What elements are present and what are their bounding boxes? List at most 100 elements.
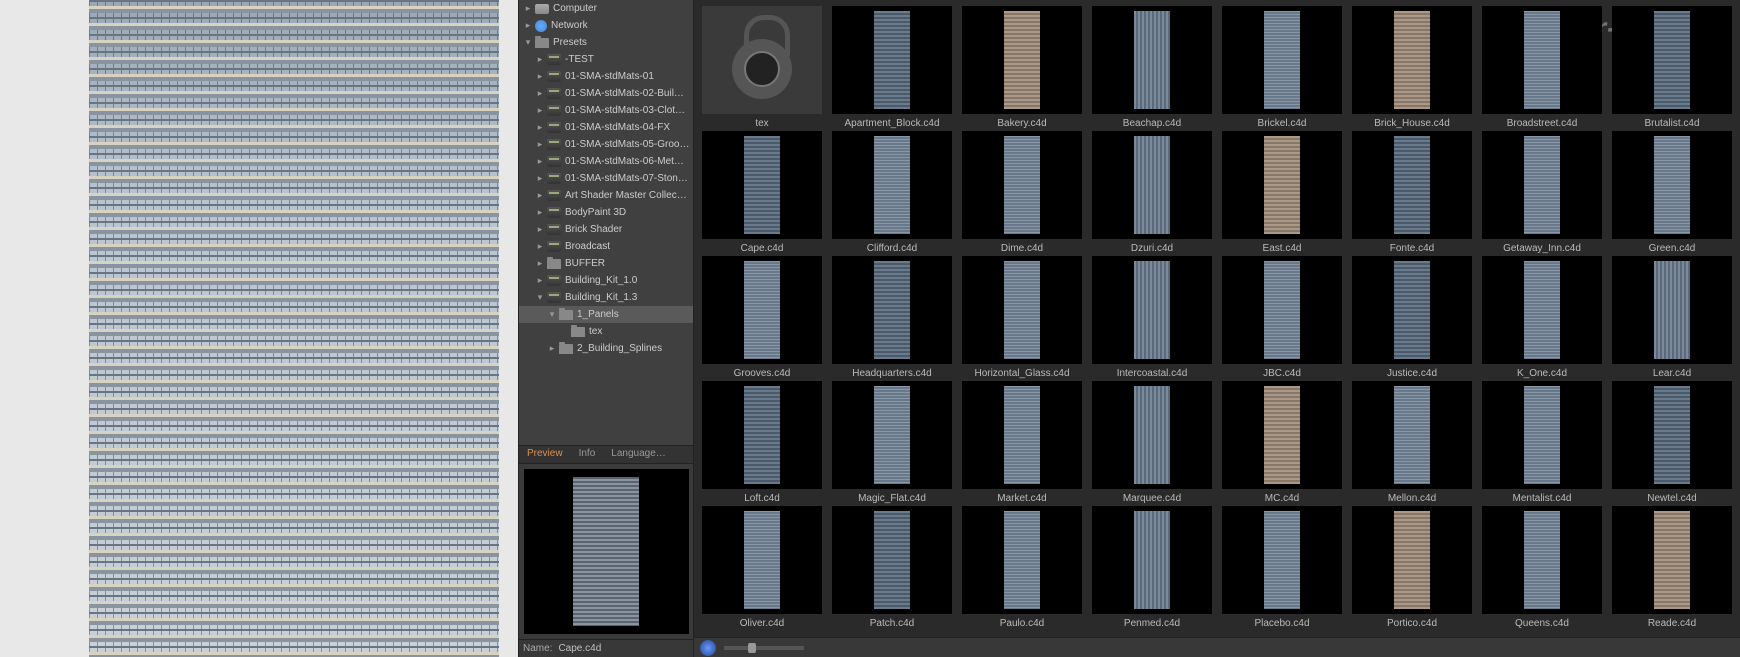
tree-toggle-icon[interactable]: ▾ bbox=[523, 38, 533, 48]
thumb-item[interactable]: JBC.c4d bbox=[1222, 256, 1342, 379]
tree-toggle-icon[interactable]: ▸ bbox=[523, 21, 533, 31]
thumbnail-grid[interactable]: www.rr-sc.com texApartment_Block.c4dBake… bbox=[694, 0, 1740, 637]
tree-toggle-icon[interactable]: ▸ bbox=[535, 208, 545, 218]
db-icon bbox=[547, 54, 561, 65]
thumb-item[interactable]: Intercoastal.c4d bbox=[1092, 256, 1212, 379]
tree-item-01-sma-stdmats-02-buil-[interactable]: ▸01-SMA-stdMats-02-Buil… bbox=[519, 85, 693, 102]
thumb-item[interactable]: Portico.c4d bbox=[1352, 506, 1472, 629]
preview-tab-language[interactable]: Language… bbox=[603, 446, 674, 463]
tree-toggle-icon[interactable]: ▸ bbox=[535, 140, 545, 150]
thumb-item[interactable]: Lear.c4d bbox=[1612, 256, 1732, 379]
thumb-item[interactable]: Mellon.c4d bbox=[1352, 381, 1472, 504]
tree-toggle-icon[interactable]: ▸ bbox=[535, 89, 545, 99]
tree-item-network[interactable]: ▸Network bbox=[519, 17, 693, 34]
preview-tab-preview[interactable]: Preview bbox=[519, 446, 571, 463]
thumb-item[interactable]: Newtel.c4d bbox=[1612, 381, 1732, 504]
thumb-item[interactable]: Horizontal_Glass.c4d bbox=[962, 256, 1082, 379]
tree-item-01-sma-stdmats-01[interactable]: ▸01-SMA-stdMats-01 bbox=[519, 68, 693, 85]
tree-item-01-sma-stdmats-06-met-[interactable]: ▸01-SMA-stdMats-06-Met… bbox=[519, 153, 693, 170]
tree-item-bodypaint-3d[interactable]: ▸BodyPaint 3D bbox=[519, 204, 693, 221]
thumb-item[interactable]: Grooves.c4d bbox=[702, 256, 822, 379]
db-icon bbox=[547, 224, 561, 235]
thumb-item[interactable]: Headquarters.c4d bbox=[832, 256, 952, 379]
tree-toggle-icon[interactable]: ▸ bbox=[535, 242, 545, 252]
thumb-item[interactable]: Broadstreet.c4d bbox=[1482, 6, 1602, 129]
thumb-item[interactable]: Clifford.c4d bbox=[832, 131, 952, 254]
thumb-item[interactable]: Brick_House.c4d bbox=[1352, 6, 1472, 129]
thumb-item[interactable]: Queens.c4d bbox=[1482, 506, 1602, 629]
thumb-item[interactable]: Placebo.c4d bbox=[1222, 506, 1342, 629]
tree-item--test[interactable]: ▸-TEST bbox=[519, 51, 693, 68]
thumb-preview bbox=[1612, 506, 1732, 614]
tree-toggle-icon[interactable] bbox=[559, 327, 569, 337]
tree-item-label: 01-SMA-stdMats-05-Groo… bbox=[565, 139, 689, 150]
tree-item-building-kit-1-3[interactable]: ▾Building_Kit_1.3 bbox=[519, 289, 693, 306]
thumb-item[interactable]: Fonte.c4d bbox=[1352, 131, 1472, 254]
thumb-item[interactable]: Apartment_Block.c4d bbox=[832, 6, 952, 129]
tree-toggle-icon[interactable]: ▾ bbox=[535, 293, 545, 303]
thumb-item[interactable]: Paulo.c4d bbox=[962, 506, 1082, 629]
thumb-item[interactable]: Marquee.c4d bbox=[1092, 381, 1212, 504]
tree-toggle-icon[interactable]: ▸ bbox=[535, 259, 545, 269]
preview-tab-info[interactable]: Info bbox=[571, 446, 604, 463]
tree-item-tex[interactable]: tex bbox=[519, 323, 693, 340]
tree-toggle-icon[interactable]: ▸ bbox=[535, 191, 545, 201]
tree-item-01-sma-stdmats-03-clot-[interactable]: ▸01-SMA-stdMats-03-Clot… bbox=[519, 102, 693, 119]
tree-toggle-icon[interactable]: ▸ bbox=[535, 72, 545, 82]
tree-toggle-icon[interactable]: ▾ bbox=[547, 310, 557, 320]
tree-item-presets[interactable]: ▾Presets bbox=[519, 34, 693, 51]
thumb-item[interactable]: Dime.c4d bbox=[962, 131, 1082, 254]
thumb-item[interactable]: Justice.c4d bbox=[1352, 256, 1472, 379]
tree-item-buffer[interactable]: ▸BUFFER bbox=[519, 255, 693, 272]
tree-toggle-icon[interactable]: ▸ bbox=[535, 55, 545, 65]
thumb-item[interactable]: Loft.c4d bbox=[702, 381, 822, 504]
thumb-item[interactable]: Market.c4d bbox=[962, 381, 1082, 504]
tree-toggle-icon[interactable]: ▸ bbox=[523, 4, 533, 14]
thumb-label: K_One.c4d bbox=[1482, 368, 1602, 379]
folder-tree[interactable]: ▸Computer▸Network▾Presets▸-TEST▸01-SMA-s… bbox=[519, 0, 693, 445]
building-preview bbox=[89, 0, 499, 657]
thumb-item[interactable]: Dzuri.c4d bbox=[1092, 131, 1212, 254]
tree-item-computer[interactable]: ▸Computer bbox=[519, 0, 693, 17]
thumb-item[interactable]: Magic_Flat.c4d bbox=[832, 381, 952, 504]
thumb-item[interactable]: Penmed.c4d bbox=[1092, 506, 1212, 629]
thumb-label: Bakery.c4d bbox=[962, 118, 1082, 129]
thumb-item[interactable]: Bakery.c4d bbox=[962, 6, 1082, 129]
tree-toggle-icon[interactable]: ▸ bbox=[535, 157, 545, 167]
tree-toggle-icon[interactable]: ▸ bbox=[535, 123, 545, 133]
zoom-handle[interactable] bbox=[748, 643, 756, 653]
thumb-item[interactable]: Reade.c4d bbox=[1612, 506, 1732, 629]
tree-item-01-sma-stdmats-04-fx[interactable]: ▸01-SMA-stdMats-04-FX bbox=[519, 119, 693, 136]
tree-toggle-icon[interactable]: ▸ bbox=[535, 174, 545, 184]
thumb-item[interactable]: Green.c4d bbox=[1612, 131, 1732, 254]
tree-item-building-kit-1-0[interactable]: ▸Building_Kit_1.0 bbox=[519, 272, 693, 289]
tree-item-broadcast[interactable]: ▸Broadcast bbox=[519, 238, 693, 255]
thumb-label: Dime.c4d bbox=[962, 243, 1082, 254]
thumb-item[interactable]: Patch.c4d bbox=[832, 506, 952, 629]
thumb-item[interactable]: K_One.c4d bbox=[1482, 256, 1602, 379]
thumb-item[interactable]: MC.c4d bbox=[1222, 381, 1342, 504]
tree-toggle-icon[interactable]: ▸ bbox=[535, 225, 545, 235]
tree-toggle-icon[interactable]: ▸ bbox=[535, 276, 545, 286]
tree-item-label: 2_Building_Splines bbox=[577, 343, 662, 354]
tree-item-2-building-splines[interactable]: ▸ 2_Building_Splines bbox=[519, 340, 693, 357]
tree-toggle-icon[interactable]: ▸ bbox=[547, 344, 557, 354]
thumb-item[interactable]: Brutalist.c4d bbox=[1612, 6, 1732, 129]
thumb-item[interactable]: Beachap.c4d bbox=[1092, 6, 1212, 129]
sidebar: ▸Computer▸Network▾Presets▸-TEST▸01-SMA-s… bbox=[519, 0, 694, 657]
tree-item-01-sma-stdmats-05-groo-[interactable]: ▸ 01-SMA-stdMats-05-Groo… bbox=[519, 136, 693, 153]
thumb-item[interactable]: Mentalist.c4d bbox=[1482, 381, 1602, 504]
tree-toggle-icon[interactable]: ▸ bbox=[535, 106, 545, 116]
folder-icon bbox=[559, 344, 573, 354]
thumb-item[interactable]: East.c4d bbox=[1222, 131, 1342, 254]
thumb-item[interactable]: Oliver.c4d bbox=[702, 506, 822, 629]
tree-item-brick-shader[interactable]: ▸Brick Shader bbox=[519, 221, 693, 238]
tree-item-art-shader-master-collec-[interactable]: ▸Art Shader Master Collec… bbox=[519, 187, 693, 204]
zoom-slider[interactable] bbox=[724, 646, 804, 650]
tree-item-01-sma-stdmats-07-ston-[interactable]: ▸01-SMA-stdMats-07-Ston… bbox=[519, 170, 693, 187]
tree-item-1-panels[interactable]: ▾1_Panels bbox=[519, 306, 693, 323]
thumb-item[interactable]: Cape.c4d bbox=[702, 131, 822, 254]
thumb-item[interactable]: Getaway_Inn.c4d bbox=[1482, 131, 1602, 254]
thumb-item[interactable]: tex bbox=[702, 6, 822, 129]
thumb-item[interactable]: Brickel.c4d bbox=[1222, 6, 1342, 129]
